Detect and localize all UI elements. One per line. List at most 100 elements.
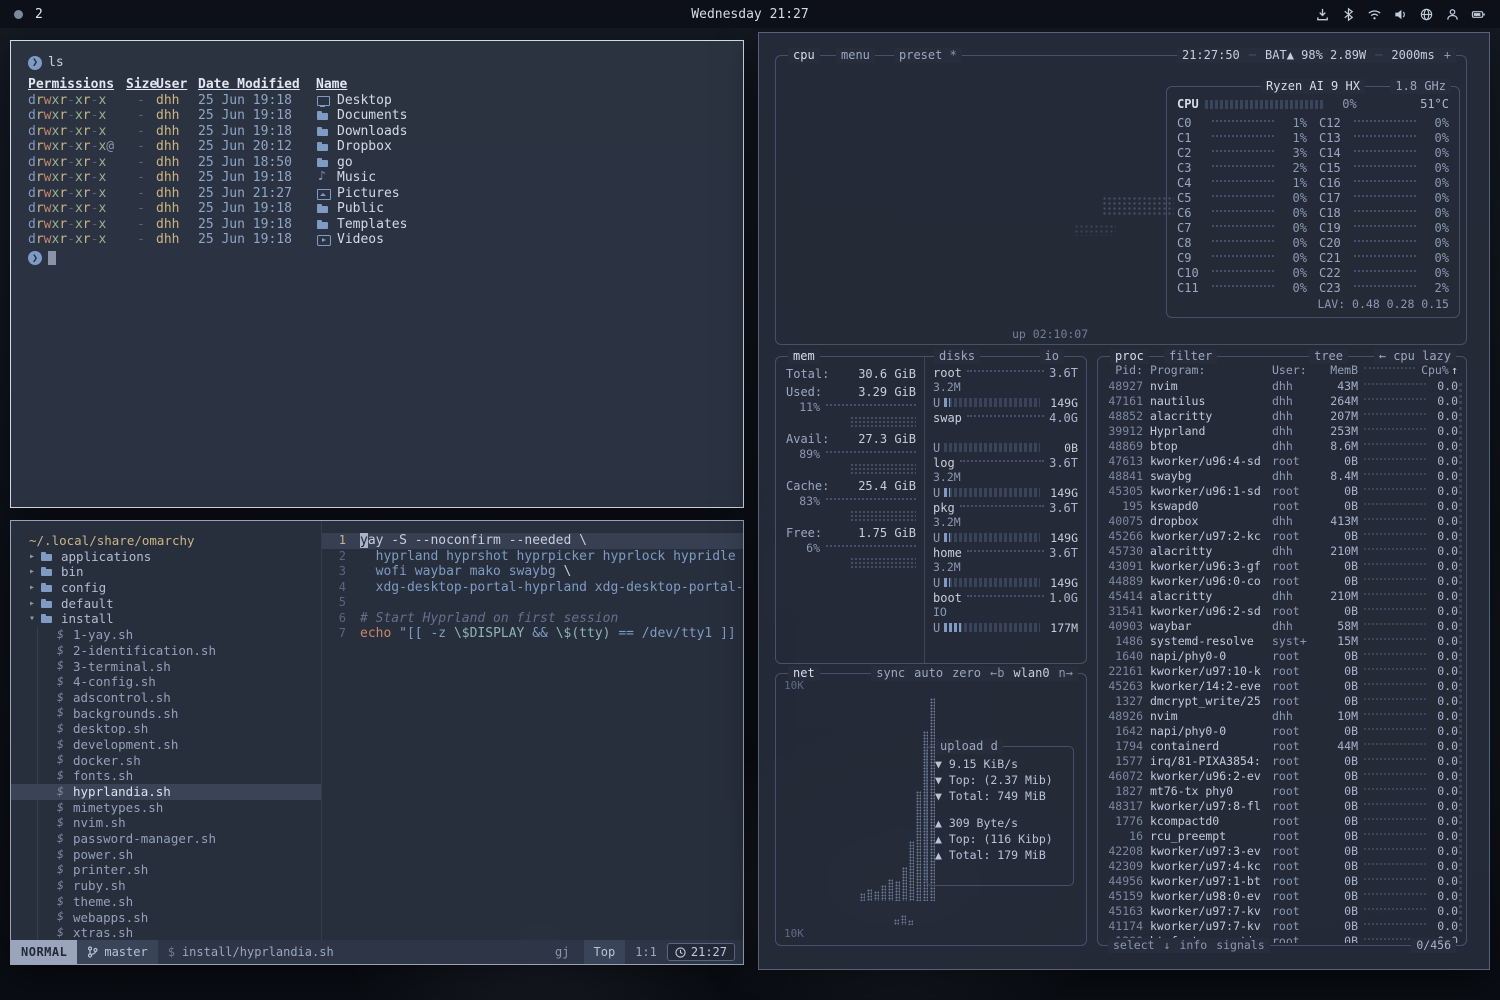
header-mem[interactable]: MemB — [1318, 363, 1358, 377]
process-row[interactable]: 39912 Hyprland dhh 253M 0.0 — [1098, 423, 1466, 438]
signals-key[interactable]: signals — [1216, 938, 1264, 953]
select-key[interactable]: select — [1113, 938, 1155, 953]
tree-item[interactable]: 2-identification.sh — [11, 643, 321, 659]
tree-item[interactable]: config — [11, 580, 321, 596]
process-scrollbar[interactable] — [1459, 383, 1462, 935]
download-tray-icon[interactable] — [1315, 7, 1330, 22]
terminal-window-ls[interactable]: ls Permissions Size User Date Modified N… — [10, 40, 744, 508]
tree-item[interactable]: webapps.sh — [11, 910, 321, 926]
btop-window[interactable]: cpu menu preset * 21:27:50 BAT▲ 98% 2.89… — [758, 32, 1490, 970]
scroll-up-arrow[interactable]: ↑ — [1451, 363, 1458, 377]
process-row[interactable]: 45266 kworker/u97:2-kc root 0B 0.0 — [1098, 528, 1466, 543]
preset-button[interactable]: preset * — [894, 48, 962, 63]
workspace-indicator[interactable]: 2 — [35, 7, 43, 22]
code-editor[interactable]: 1yay -S --noconfirm --needed \2 hyprland… — [321, 521, 743, 940]
tree-item[interactable]: nvim.sh — [11, 815, 321, 831]
tree-item[interactable]: development.sh — [11, 737, 321, 753]
tree-item[interactable]: fonts.sh — [11, 768, 321, 784]
process-row[interactable]: 47613 kworker/u96:4-sd root 0B 0.0 — [1098, 453, 1466, 468]
process-row[interactable]: 45305 kworker/u96:1-sd root 0B 0.0 — [1098, 483, 1466, 498]
user-icon[interactable] — [1445, 7, 1460, 22]
process-row[interactable]: 48927 nvim dhh 43M 0.0 — [1098, 378, 1466, 393]
process-row[interactable]: 195 kswapd0 root 0B 0.0 — [1098, 498, 1466, 513]
tree-item[interactable]: bin — [11, 564, 321, 580]
scroll-down-arrow[interactable]: ↓ — [1164, 938, 1171, 953]
tree-item[interactable]: backgrounds.sh — [11, 706, 321, 722]
process-row[interactable]: 48869 btop dhh 8.6M 0.0 — [1098, 438, 1466, 453]
editor-window[interactable]: ~/.local/share/omarchy applications bin — [10, 520, 744, 965]
tree-item[interactable]: install — [11, 611, 321, 627]
process-row[interactable]: 45163 kworker/u97:7-kv root 0B 0.0 — [1098, 903, 1466, 918]
workspace-dot-icon[interactable] — [14, 10, 23, 19]
volume-icon[interactable] — [1393, 7, 1408, 22]
tree-item[interactable]: theme.sh — [11, 894, 321, 910]
filter-button[interactable]: filter — [1164, 349, 1217, 364]
net-zero-toggle[interactable]: zero — [952, 666, 981, 681]
process-row[interactable]: 47161 nautilus dhh 264M 0.0 — [1098, 393, 1466, 408]
tree-item[interactable]: power.sh — [11, 847, 321, 863]
header-user[interactable]: User: — [1272, 363, 1318, 377]
process-row[interactable]: 45159 kworker/u98:0-ev root 0B 0.0 — [1098, 888, 1466, 903]
io-toggle[interactable]: io — [1040, 349, 1064, 364]
battery-icon[interactable] — [1471, 7, 1486, 22]
tree-item[interactable]: printer.sh — [11, 862, 321, 878]
tree-item[interactable]: 3-terminal.sh — [11, 659, 321, 675]
tree-item[interactable]: ruby.sh — [11, 878, 321, 894]
menu-button[interactable]: menu — [836, 48, 875, 63]
tree-item[interactable]: adscontrol.sh — [11, 690, 321, 706]
process-row[interactable]: 48852 alacritty dhh 207M 0.0 — [1098, 408, 1466, 423]
process-row[interactable]: 40075 dropbox dhh 413M 0.0 — [1098, 513, 1466, 528]
disks-toggle[interactable]: disks — [934, 349, 980, 364]
tree-item[interactable]: hyprlandia.sh — [11, 784, 321, 800]
process-row[interactable]: 1776 kcompactd0 root 0B 0.0 — [1098, 813, 1466, 828]
sort-options[interactable]: ← cpu lazy — [1374, 349, 1456, 364]
process-row[interactable]: 42309 kworker/u97:4-kc root 0B 0.0 — [1098, 858, 1466, 873]
cpu-panel-title[interactable]: cpu — [788, 48, 820, 63]
process-row[interactable]: 22161 kworker/u97:10-k root 0B 0.0 — [1098, 663, 1466, 678]
proc-panel-title[interactable]: proc — [1110, 349, 1149, 364]
process-row[interactable]: 48317 kworker/u97:8-fl root 0B 0.0 — [1098, 798, 1466, 813]
process-row[interactable]: 1794 containerd root 44M 0.0 — [1098, 738, 1466, 753]
wifi-icon[interactable] — [1367, 7, 1382, 22]
tree-item[interactable]: xtras.sh — [11, 925, 321, 940]
process-row[interactable]: 1327 dmcrypt_write/25 root 0B 0.0 — [1098, 693, 1466, 708]
process-row[interactable]: 43091 kworker/u96:3-gf root 0B 0.0 — [1098, 558, 1466, 573]
process-row[interactable]: 48841 swaybg dhh 8.4M 0.0 — [1098, 468, 1466, 483]
net-prev-hint[interactable]: ←b — [990, 666, 1004, 681]
process-row[interactable]: 41174 kworker/u97:7-kv root 0B 0.0 — [1098, 918, 1466, 933]
info-key[interactable]: info — [1179, 938, 1207, 953]
bluetooth-icon[interactable] — [1341, 7, 1356, 22]
process-row[interactable]: 45263 kworker/14:2-eve root 0B 0.0 — [1098, 678, 1466, 693]
interval-plus-button[interactable]: + — [1444, 48, 1451, 63]
tree-item[interactable]: applications — [11, 549, 321, 565]
net-sync-toggle[interactable]: sync — [876, 666, 905, 681]
process-row[interactable]: 42208 kworker/u97:3-ev root 0B 0.0 — [1098, 843, 1466, 858]
net-next-hint[interactable]: n→ — [1059, 666, 1073, 681]
tree-item[interactable]: docker.sh — [11, 753, 321, 769]
header-cpu[interactable]: Cpu% — [1421, 363, 1447, 377]
process-row[interactable]: 1827 mt76-tx phy0 root 0B 0.0 — [1098, 783, 1466, 798]
process-row[interactable]: 16 rcu_preempt root 0B 0.0 — [1098, 828, 1466, 843]
process-row[interactable]: 45414 alacritty dhh 210M 0.0 — [1098, 588, 1466, 603]
tree-item[interactable]: desktop.sh — [11, 721, 321, 737]
process-row[interactable]: 44889 kworker/u96:0-co root 0B 0.0 — [1098, 573, 1466, 588]
tree-item[interactable]: mimetypes.sh — [11, 800, 321, 816]
process-row[interactable]: 44956 kworker/u97:1-bt root 0B 0.0 — [1098, 873, 1466, 888]
header-pid[interactable]: Pid: — [1108, 363, 1150, 377]
process-row[interactable]: 1642 napi/phy0-0 root 0B 0.0 — [1098, 723, 1466, 738]
process-row[interactable]: 1486 systemd-resolve syst+ 15M 0.0 — [1098, 633, 1466, 648]
tree-item[interactable]: password-manager.sh — [11, 831, 321, 847]
process-row[interactable]: 1577 irq/81-PIXA3854: root 0B 0.0 — [1098, 753, 1466, 768]
tree-toggle[interactable]: tree — [1309, 349, 1348, 364]
tree-root-path[interactable]: ~/.local/share/omarchy — [11, 533, 321, 549]
update-interval[interactable]: 2000ms — [1391, 48, 1434, 63]
tree-item[interactable]: 4-config.sh — [11, 674, 321, 690]
process-row[interactable]: 40903 waybar dhh 58M 0.0 — [1098, 618, 1466, 633]
tree-item[interactable]: 1-yay.sh — [11, 627, 321, 643]
process-row[interactable]: 1640 napi/phy0-0 root 0B 0.0 — [1098, 648, 1466, 663]
process-row[interactable]: 48926 nvim dhh 10M 0.0 — [1098, 708, 1466, 723]
process-row[interactable]: 31541 kworker/u96:2-sd root 0B 0.0 — [1098, 603, 1466, 618]
net-stats-title[interactable]: upload d — [935, 739, 1003, 754]
process-row[interactable]: 45730 alacritty dhh 210M 0.0 — [1098, 543, 1466, 558]
header-program[interactable]: Program: — [1150, 363, 1272, 377]
